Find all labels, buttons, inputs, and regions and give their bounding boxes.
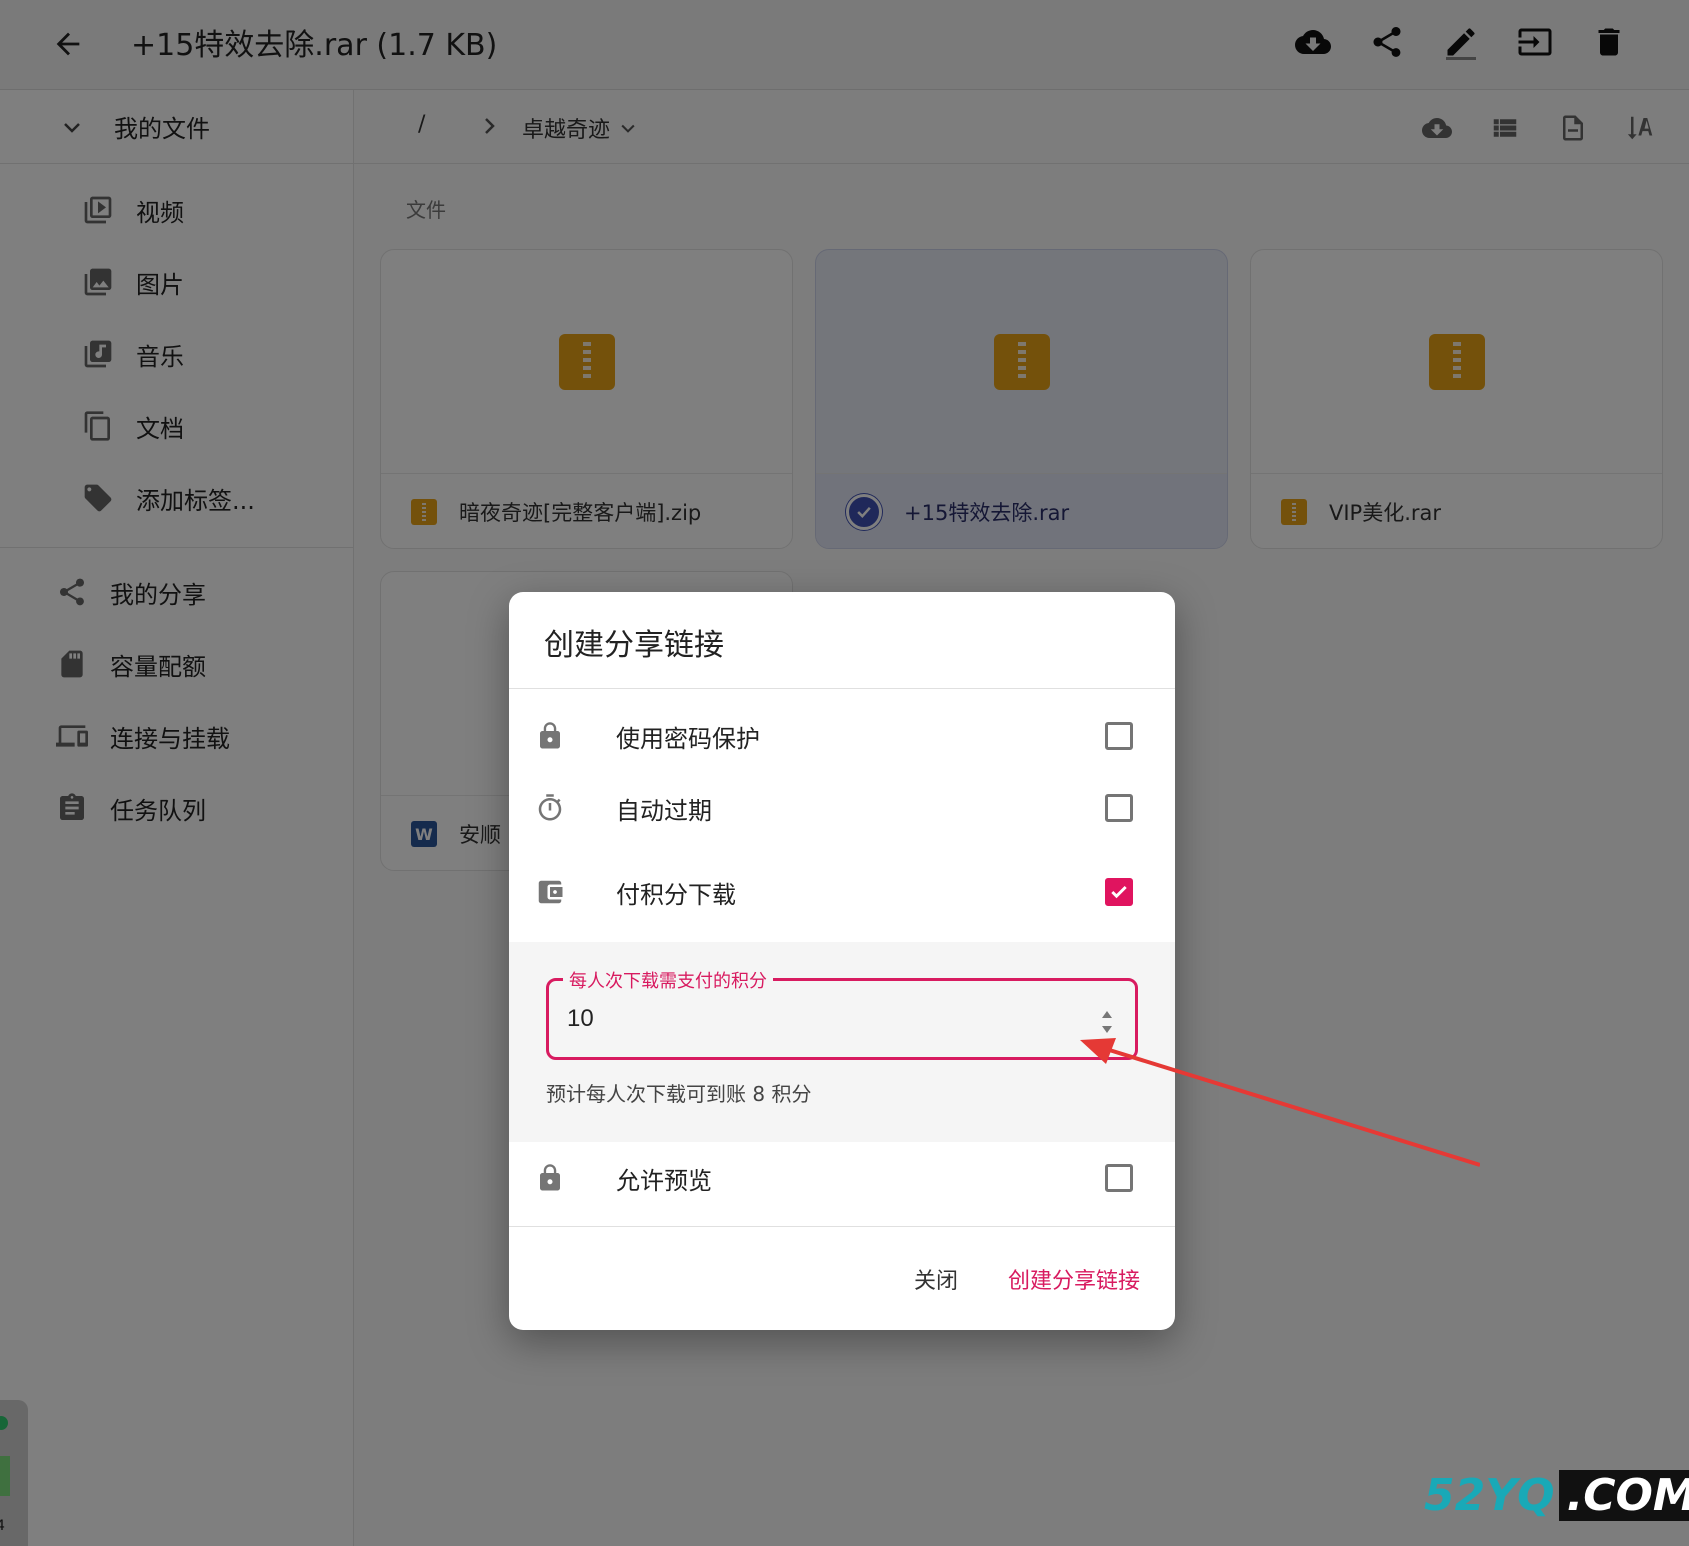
paid-download-checkbox[interactable]	[1105, 878, 1133, 906]
points-input[interactable]: 每人次下载需支付的积分 10	[546, 967, 1138, 1060]
share-dialog: 创建分享链接 使用密码保护 自动过期 付积分下载 每人次下载需支付的积分 10 …	[509, 592, 1175, 1330]
timer-icon	[535, 791, 565, 825]
option-paid-download[interactable]: 付积分下载	[509, 856, 1175, 928]
option-expire[interactable]: 自动过期	[509, 772, 1175, 844]
annotation-arrow	[1080, 1038, 1480, 1167]
expire-checkbox[interactable]	[1105, 794, 1133, 822]
option-label: 使用密码保护	[616, 724, 760, 753]
watermark-logo: 52YQ .COM	[1424, 1470, 1689, 1521]
watermark-part1: 52YQ	[1424, 1470, 1555, 1521]
create-share-link-button[interactable]: 创建分享链接	[1008, 1263, 1140, 1295]
points-input-label: 每人次下载需支付的积分	[563, 967, 773, 993]
points-panel: 每人次下载需支付的积分 10 预计每人次下载可到账 8 积分	[509, 942, 1175, 1142]
dialog-divider	[509, 688, 1175, 689]
option-label: 允许预览	[616, 1166, 712, 1195]
wallet-icon	[535, 875, 565, 909]
lock-icon	[535, 1161, 565, 1195]
option-label: 付积分下载	[616, 880, 736, 909]
option-label: 自动过期	[616, 796, 712, 825]
option-password[interactable]: 使用密码保护	[509, 700, 1175, 772]
option-preview[interactable]: 允许预览	[509, 1142, 1175, 1214]
close-button[interactable]: 关闭	[914, 1263, 958, 1295]
points-input-value[interactable]: 10	[567, 1005, 594, 1033]
dialog-divider	[509, 1226, 1175, 1227]
points-helper-text: 预计每人次下载可到账 8 积分	[546, 1082, 812, 1106]
password-checkbox[interactable]	[1105, 722, 1133, 750]
watermark-part2: .COM	[1558, 1470, 1689, 1521]
dialog-title: 创建分享链接	[544, 628, 724, 663]
lock-icon	[535, 719, 565, 753]
